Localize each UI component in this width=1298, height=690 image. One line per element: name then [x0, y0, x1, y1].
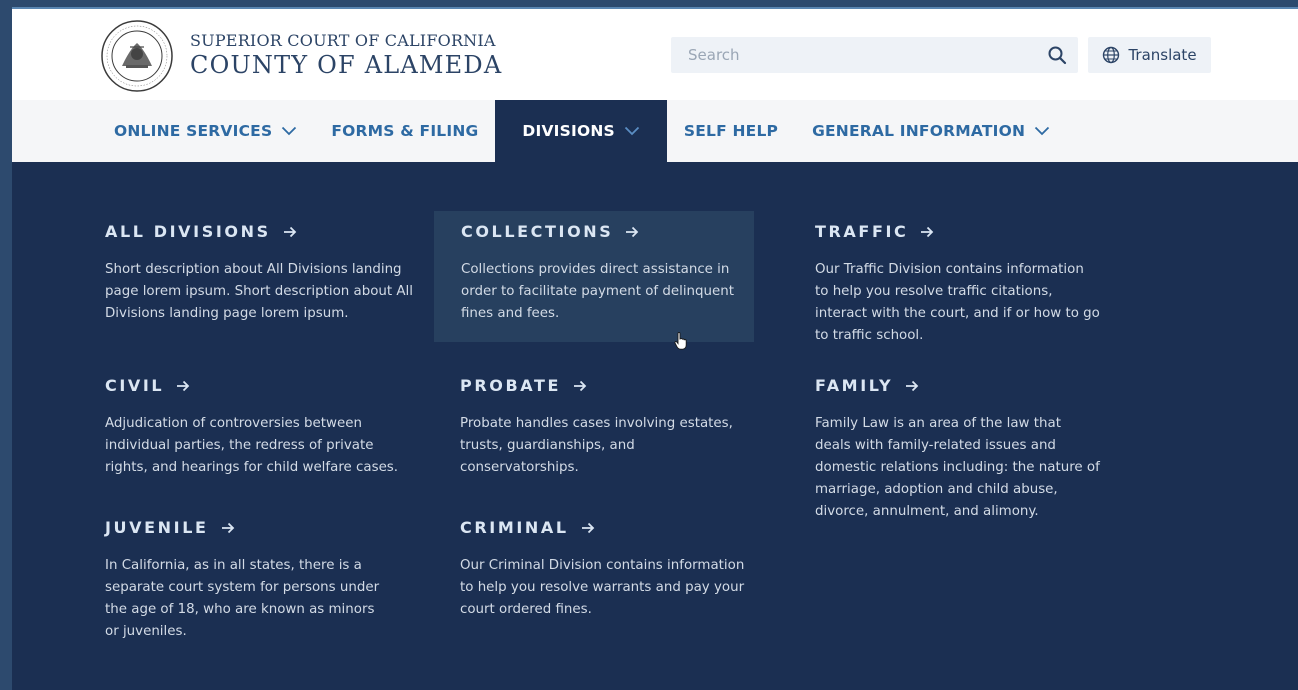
menu-item-all-divisions[interactable]: ALL DIVISIONS Short description about Al… [105, 222, 425, 325]
chevron-down-icon [282, 126, 297, 136]
search-icon [1048, 46, 1067, 65]
main-nav: ONLINE SERVICES FORMS & FILING DIVISIONS… [12, 100, 1298, 162]
nav-item-label: SELF HELP [683, 122, 779, 140]
menu-item-description: Our Criminal Division contains informati… [460, 558, 745, 617]
chevron-down-icon [624, 126, 640, 136]
menu-item-civil[interactable]: CIVIL Adjudication of controversies betw… [105, 376, 425, 479]
menu-item-title[interactable]: JUVENILE [105, 518, 425, 537]
hand-cursor-icon [674, 332, 687, 350]
menu-item-description: Collections provides direct assistance i… [461, 262, 735, 321]
nav-item-label: GENERAL INFORMATION [812, 122, 1026, 140]
arrow-right-icon [283, 226, 296, 237]
search-box [671, 37, 1078, 73]
nav-item-forms-filing[interactable]: FORMS & FILING [314, 100, 495, 162]
site-header: SUPERIOR COURT OF CALIFORNIA COUNTY OF A… [12, 9, 1298, 100]
menu-item-description: Family Law is an area of the law that de… [815, 416, 1100, 519]
arrow-right-icon [581, 522, 594, 533]
nav-item-label: ONLINE SERVICES [114, 122, 273, 140]
menu-item-traffic[interactable]: TRAFFIC Our Traffic Division contains in… [815, 222, 1135, 347]
menu-item-description: Short description about All Divisions la… [105, 262, 413, 321]
court-brand[interactable]: SUPERIOR COURT OF CALIFORNIA COUNTY OF A… [190, 31, 502, 79]
menu-item-juvenile[interactable]: JUVENILE In California, as in all states… [105, 518, 425, 643]
menu-item-description: In California, as in all states, there i… [105, 558, 380, 639]
globe-icon [1103, 46, 1120, 64]
nav-item-divisions[interactable]: DIVISIONS [495, 100, 667, 162]
menu-item-title[interactable]: PROBATE [460, 376, 780, 395]
menu-item-description: Probate handles cases involving estates,… [460, 416, 733, 475]
menu-item-description: Adjudication of controversies between in… [105, 416, 399, 475]
menu-item-criminal[interactable]: CRIMINAL Our Criminal Division contains … [460, 518, 780, 621]
search-input[interactable] [671, 37, 1036, 73]
menu-item-title[interactable]: FAMILY [815, 376, 1135, 395]
translate-button[interactable]: Translate [1088, 37, 1211, 73]
menu-item-title[interactable]: CRIMINAL [460, 518, 780, 537]
menu-item-collections[interactable]: COLLECTIONS Collections provides direct … [434, 211, 754, 342]
chevron-down-icon [1034, 126, 1050, 136]
arrow-right-icon [626, 226, 639, 237]
search-button[interactable] [1036, 37, 1078, 73]
arrow-right-icon [221, 522, 234, 533]
menu-item-title[interactable]: TRAFFIC [815, 222, 1135, 241]
nav-item-label: DIVISIONS [522, 122, 615, 140]
arrow-right-icon [574, 380, 587, 391]
nav-item-label: FORMS & FILING [331, 122, 479, 140]
divisions-mega-menu: ALL DIVISIONS Short description about Al… [12, 162, 1298, 690]
nav-item-general-information[interactable]: GENERAL INFORMATION [795, 100, 1067, 162]
arrow-right-icon [921, 226, 934, 237]
menu-item-title[interactable]: ALL DIVISIONS [105, 222, 425, 241]
court-seal-icon[interactable] [100, 19, 174, 93]
nav-item-online-services[interactable]: ONLINE SERVICES [97, 100, 314, 162]
menu-item-title[interactable]: COLLECTIONS [461, 222, 754, 241]
menu-item-description: Our Traffic Division contains informatio… [815, 262, 1100, 343]
nav-item-self-help[interactable]: SELF HELP [667, 100, 795, 162]
menu-item-family[interactable]: FAMILY Family Law is an area of the law … [815, 376, 1135, 523]
arrow-right-icon [177, 380, 190, 391]
menu-item-probate[interactable]: PROBATE Probate handles cases involving … [460, 376, 780, 479]
court-name-line2: COUNTY OF ALAMEDA [190, 51, 503, 79]
browser-viewport: SUPERIOR COURT OF CALIFORNIA COUNTY OF A… [12, 7, 1298, 690]
arrow-right-icon [906, 380, 919, 391]
menu-item-title[interactable]: CIVIL [105, 376, 425, 395]
translate-label: Translate [1128, 46, 1197, 64]
court-name-line1: SUPERIOR COURT OF CALIFORNIA [190, 31, 496, 50]
